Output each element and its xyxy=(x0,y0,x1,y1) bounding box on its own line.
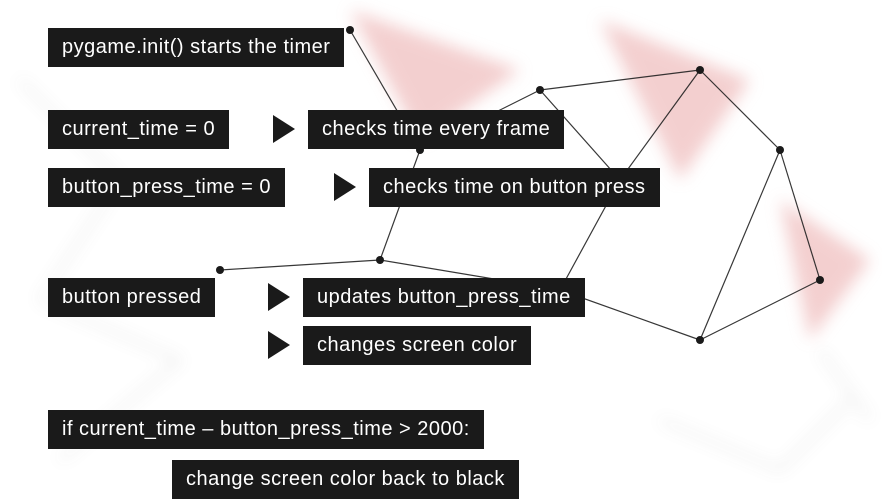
init-box: pygame.init() starts the timer xyxy=(48,28,344,67)
current-time-box: current_time = 0 xyxy=(48,110,229,149)
changes-color-box: changes screen color xyxy=(303,326,531,365)
arrow-icon xyxy=(268,283,290,311)
updates-box: updates button_press_time xyxy=(303,278,585,317)
current-time-desc-box: checks time every frame xyxy=(308,110,564,149)
arrow-icon xyxy=(334,173,356,201)
button-press-time-box: button_press_time = 0 xyxy=(48,168,285,207)
result-box: change screen color back to black xyxy=(172,460,519,499)
arrow-icon xyxy=(268,331,290,359)
button-press-time-desc-box: checks time on button press xyxy=(369,168,660,207)
arrow-icon xyxy=(273,115,295,143)
condition-box: if current_time – button_press_time > 20… xyxy=(48,410,484,449)
button-pressed-box: button pressed xyxy=(48,278,215,317)
